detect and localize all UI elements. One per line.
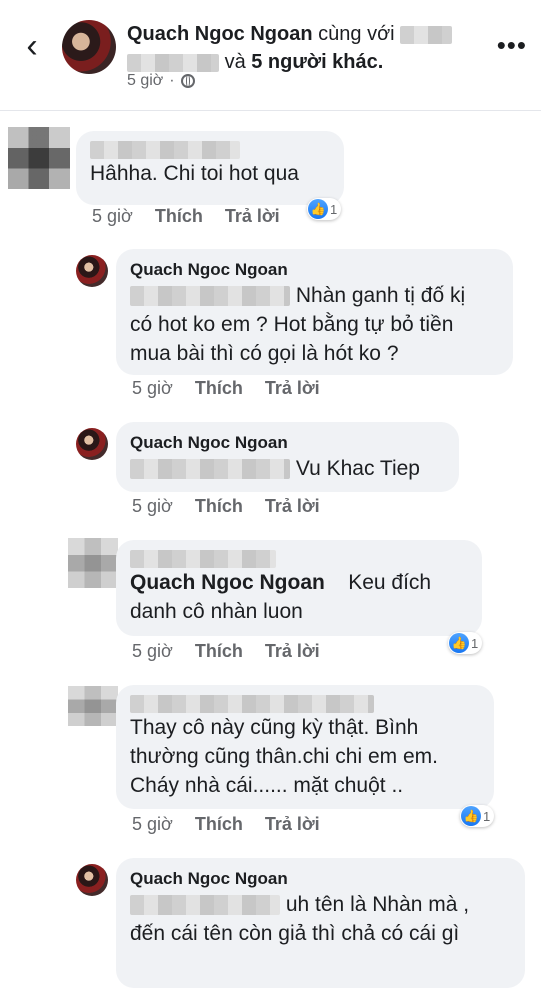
- comment-bubble[interactable]: Quach Ngoc Ngoan Keu đích danh cô nhàn l…: [116, 540, 482, 636]
- and-text: và: [224, 51, 246, 73]
- with-text: cùng với: [318, 23, 395, 45]
- comment-text-line-2: đến cái tên còn giả thì chả có cái gì: [130, 922, 460, 945]
- comment-bubble[interactable]: Quach Ngoc Ngoan Nhàn ganh tị đố kị có h…: [116, 249, 513, 375]
- comment-time: 5 giờ: [132, 641, 173, 661]
- like-button[interactable]: Thích: [195, 641, 243, 662]
- post-time: 5 giờ: [127, 72, 164, 89]
- comment-text-line-2: danh cô nhàn luon: [130, 600, 303, 624]
- comment-text-line-2: có hot ko em ? Hot bằng tự bỏ tiền: [130, 313, 454, 336]
- comment-text: Hâhha. Chi toi hot qua: [90, 162, 299, 186]
- reaction-number: 1: [483, 808, 491, 824]
- reply-button[interactable]: Trả lời: [265, 378, 320, 399]
- comment-time: 5 giờ: [132, 496, 173, 516]
- author-avatar[interactable]: [62, 20, 116, 74]
- blurred-name: [90, 141, 240, 159]
- comment-actions: 5 giờ Thích Trả lời: [132, 641, 320, 662]
- blurred-mention: [130, 459, 290, 480]
- reaction-number: 1: [330, 201, 338, 217]
- others-link[interactable]: 5 người khác.: [251, 51, 383, 73]
- comment-time: 5 giờ: [132, 814, 173, 834]
- comment-time: 5 giờ: [92, 206, 133, 226]
- comment-bubble[interactable]: Quach Ngoc Ngoan Vu Khac Tiep: [116, 422, 459, 492]
- comment-text-line-1: Thay cô này cũng kỳ thật. Bình: [130, 716, 419, 740]
- like-button[interactable]: Thích: [155, 206, 203, 227]
- blurred-tag: [400, 25, 453, 44]
- blurred-mention: [130, 286, 290, 307]
- like-icon: 👍: [308, 199, 328, 219]
- comment-bubble[interactable]: Quach Ngoc Ngoan uh tên là Nhàn mà , đến…: [116, 858, 525, 988]
- comment-text-line-1: Nhàn ganh tị đố kị: [295, 284, 466, 307]
- comment-actions: 5 giờ Thích Trả lời: [132, 814, 320, 835]
- comment-actions: 5 giờ Thích Trả lời: [132, 496, 320, 517]
- blurred-name: [130, 550, 276, 568]
- like-icon: 👍: [461, 806, 481, 826]
- post-header: ‹ Quach Ngoc Ngoan cùng với và 5 người k…: [0, 0, 541, 111]
- blurred-mention: [130, 895, 280, 916]
- reaction-count[interactable]: 👍 1: [460, 805, 495, 827]
- comment-text-line-1: uh tên là Nhàn mà ,: [285, 893, 470, 916]
- reply-button[interactable]: Trả lời: [265, 814, 320, 835]
- reply-button[interactable]: Trả lời: [265, 496, 320, 517]
- blurred-tag: [127, 53, 219, 72]
- blurred-name: [130, 695, 374, 713]
- comment-text-line-3: Cháy nhà cái...... mặt chuột ..: [130, 774, 404, 798]
- back-icon[interactable]: ‹: [18, 28, 46, 64]
- reaction-number: 1: [471, 635, 479, 651]
- comment-text-line: uh tên là Nhàn mà ,: [130, 890, 511, 919]
- more-icon[interactable]: •••: [497, 30, 527, 61]
- post-title: Quach Ngoc Ngoan cùng với và 5 người khá…: [127, 20, 487, 76]
- commenter-avatar[interactable]: [76, 864, 108, 896]
- comment-actions: 5 giờ Thích Trả lời: [92, 206, 280, 227]
- reaction-count[interactable]: 👍 1: [307, 198, 342, 220]
- commenter-name[interactable]: Quach Ngoc Ngoan: [130, 432, 445, 454]
- reply-button[interactable]: Trả lời: [225, 206, 280, 227]
- commenter-avatar[interactable]: [68, 538, 118, 588]
- comment-actions: 5 giờ Thích Trả lời: [132, 378, 320, 399]
- comment-text: Vu Khac Tiep: [295, 457, 420, 480]
- comment-text-line-3: mua bài thì có gọi là hót ko ?: [130, 342, 399, 365]
- comment-time: 5 giờ: [132, 378, 173, 398]
- comment-bubble[interactable]: Hâhha. Chi toi hot qua: [76, 131, 344, 205]
- comment-bubble[interactable]: Thay cô này cũng kỳ thật. Bình thường cũ…: [116, 685, 494, 809]
- like-button[interactable]: Thích: [195, 496, 243, 517]
- comment-text-line: Nhàn ganh tị đố kị: [130, 281, 499, 310]
- commenter-avatar[interactable]: [76, 255, 108, 287]
- comment-text-line-1: Keu đích: [348, 571, 432, 595]
- like-icon: 👍: [449, 633, 469, 653]
- like-button[interactable]: Thích: [195, 378, 243, 399]
- mention-link[interactable]: Quach Ngoc Ngoan: [130, 571, 325, 594]
- commenter-avatar[interactable]: [8, 127, 70, 189]
- commenter-name[interactable]: Quach Ngoc Ngoan: [130, 868, 511, 890]
- globe-icon: [180, 74, 195, 88]
- post-meta: 5 giờ ·: [127, 72, 195, 90]
- author-name[interactable]: Quach Ngoc Ngoan: [127, 23, 313, 45]
- comment-text-line: Quach Ngoc Ngoan Keu đích: [130, 568, 468, 597]
- commenter-name[interactable]: Quach Ngoc Ngoan: [130, 259, 499, 281]
- commenter-avatar[interactable]: [76, 428, 108, 460]
- commenter-avatar[interactable]: [68, 686, 118, 726]
- like-button[interactable]: Thích: [195, 814, 243, 835]
- meta-dot: ·: [169, 72, 175, 89]
- comment-text-line-2: thường cũng thân.chi chi em em.: [130, 745, 438, 769]
- comment-text-line: Vu Khac Tiep: [130, 454, 445, 483]
- reaction-count[interactable]: 👍 1: [448, 632, 483, 654]
- reply-button[interactable]: Trả lời: [265, 641, 320, 662]
